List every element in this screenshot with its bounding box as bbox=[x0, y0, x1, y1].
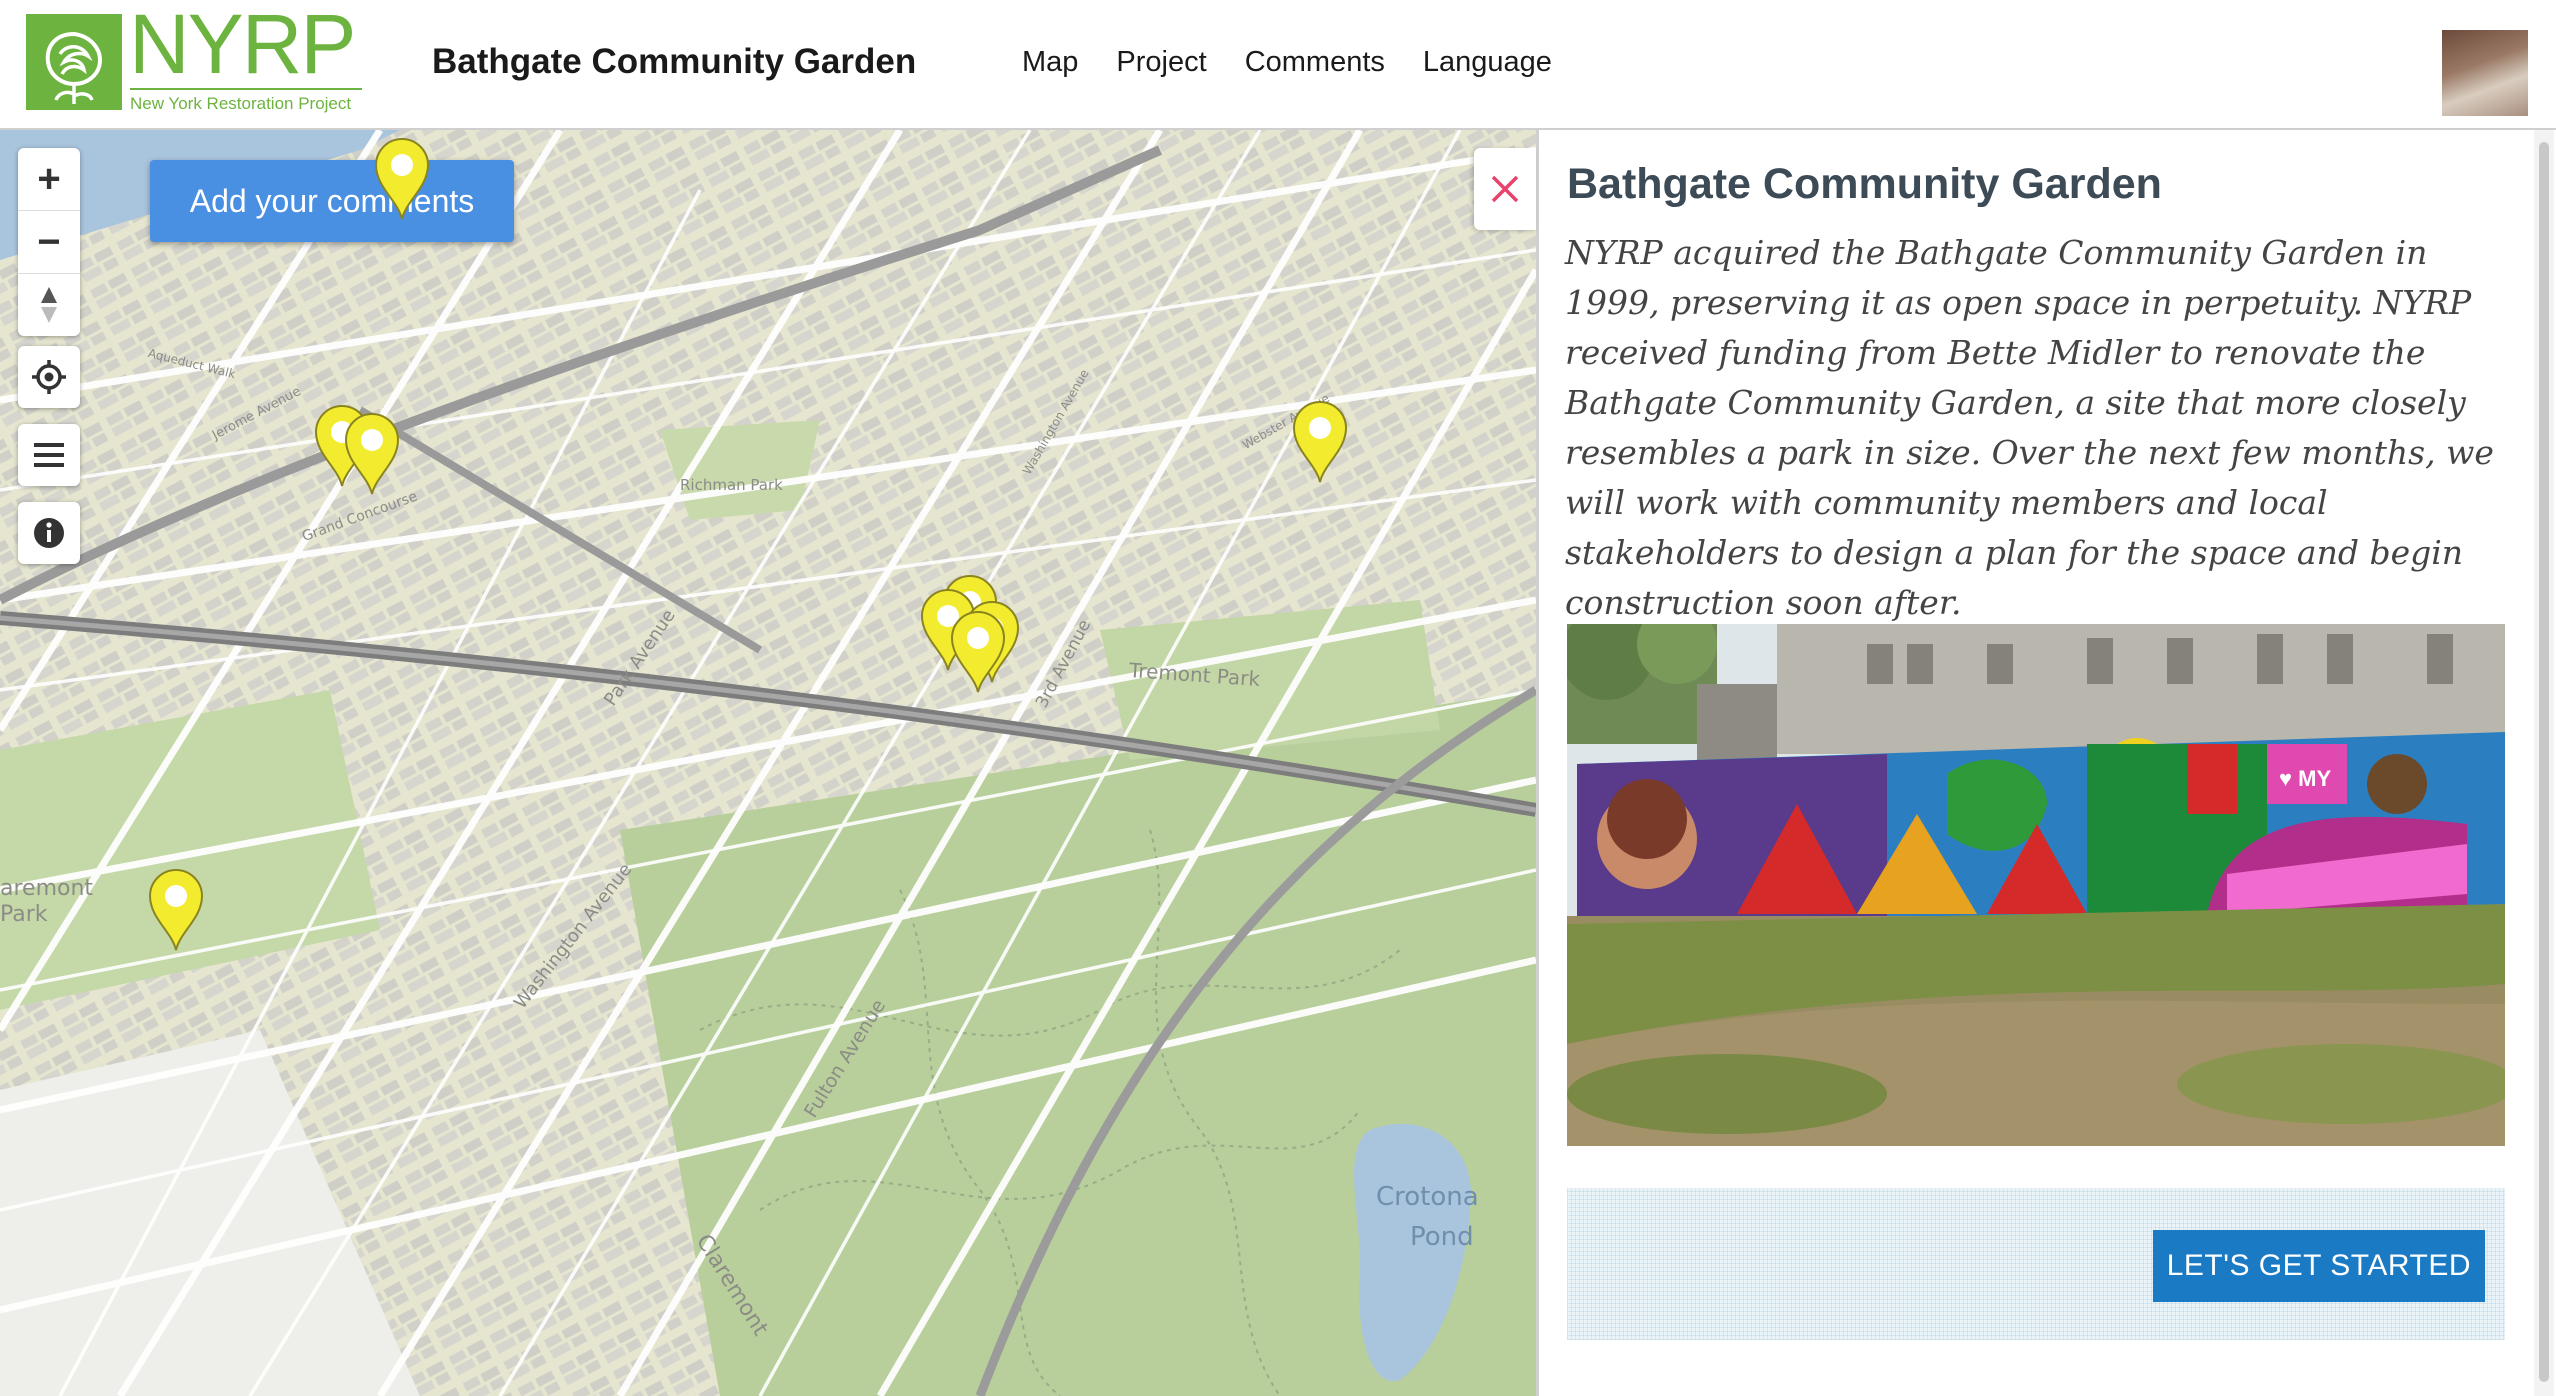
zoom-out-button[interactable]: − bbox=[18, 211, 80, 274]
label-crotona: Crotona bbox=[1376, 1182, 1479, 1212]
map-basemap bbox=[0, 130, 1536, 1396]
locate-icon bbox=[32, 360, 66, 394]
logo-divider bbox=[130, 88, 362, 90]
scrollbar-thumb[interactable] bbox=[2539, 142, 2549, 1382]
close-panel-button[interactable] bbox=[1474, 148, 1536, 230]
site-title: Bathgate Community Garden bbox=[432, 42, 917, 81]
map-pin[interactable] bbox=[342, 410, 402, 496]
nav-project[interactable]: Project bbox=[1116, 46, 1206, 79]
user-avatar[interactable] bbox=[2442, 30, 2528, 116]
logo-wordmark: NYRP bbox=[129, 0, 356, 91]
locate-control bbox=[18, 346, 80, 408]
layers-menu-icon bbox=[34, 443, 64, 467]
top-header: NYRP New York Restoration Project Bathga… bbox=[0, 0, 2556, 130]
panel-title: Bathgate Community Garden bbox=[1567, 160, 2162, 208]
add-comments-button[interactable]: Add your comments bbox=[150, 160, 514, 242]
panel-scrollbar[interactable] bbox=[2534, 130, 2554, 1396]
nyrp-logo[interactable]: NYRP New York Restoration Project bbox=[26, 2, 362, 116]
logo-subtitle: New York Restoration Project bbox=[130, 94, 352, 113]
label-richman-park: Richman Park bbox=[680, 476, 783, 494]
compass-button[interactable] bbox=[18, 274, 80, 336]
map-view[interactable]: Tremont Park Richman Park Park Avenue Wa… bbox=[0, 130, 1536, 1396]
zoom-in-button[interactable]: + bbox=[18, 148, 80, 211]
garden-photo: ♥ MY bbox=[1567, 624, 2505, 1146]
nav-language[interactable]: Language bbox=[1423, 46, 1552, 79]
close-icon bbox=[1491, 175, 1519, 203]
label-pond: Pond bbox=[1410, 1222, 1474, 1252]
cta-container: LET'S GET STARTED bbox=[1567, 1188, 2505, 1340]
panel-description: NYRP acquired the Bathgate Community Gar… bbox=[1565, 233, 2494, 622]
main-nav: Map Project Comments Language bbox=[1022, 46, 1552, 79]
lets-get-started-button[interactable]: LET'S GET STARTED bbox=[2152, 1230, 2485, 1302]
info-button[interactable] bbox=[18, 502, 80, 564]
map-pin[interactable] bbox=[146, 866, 206, 952]
locate-button[interactable] bbox=[18, 346, 80, 408]
layers-menu-button[interactable] bbox=[18, 424, 80, 486]
info-control bbox=[18, 502, 80, 564]
layers-control bbox=[18, 424, 80, 486]
north-arrow-icon bbox=[41, 287, 57, 323]
label-claremont-park: aremont Park bbox=[0, 876, 94, 927]
rose-logo-icon bbox=[26, 14, 122, 110]
svg-text:♥ MY: ♥ MY bbox=[2279, 766, 2332, 791]
map-pin-selected[interactable] bbox=[948, 608, 1008, 694]
info-icon bbox=[34, 518, 64, 548]
project-panel: Bathgate Community Garden NYRP acquired … bbox=[1536, 130, 2556, 1396]
nav-comments[interactable]: Comments bbox=[1245, 46, 1385, 79]
nav-map[interactable]: Map bbox=[1022, 46, 1078, 79]
map-pin[interactable] bbox=[372, 135, 432, 221]
map-pin[interactable] bbox=[1290, 398, 1350, 484]
zoom-controls: + − bbox=[18, 148, 80, 336]
